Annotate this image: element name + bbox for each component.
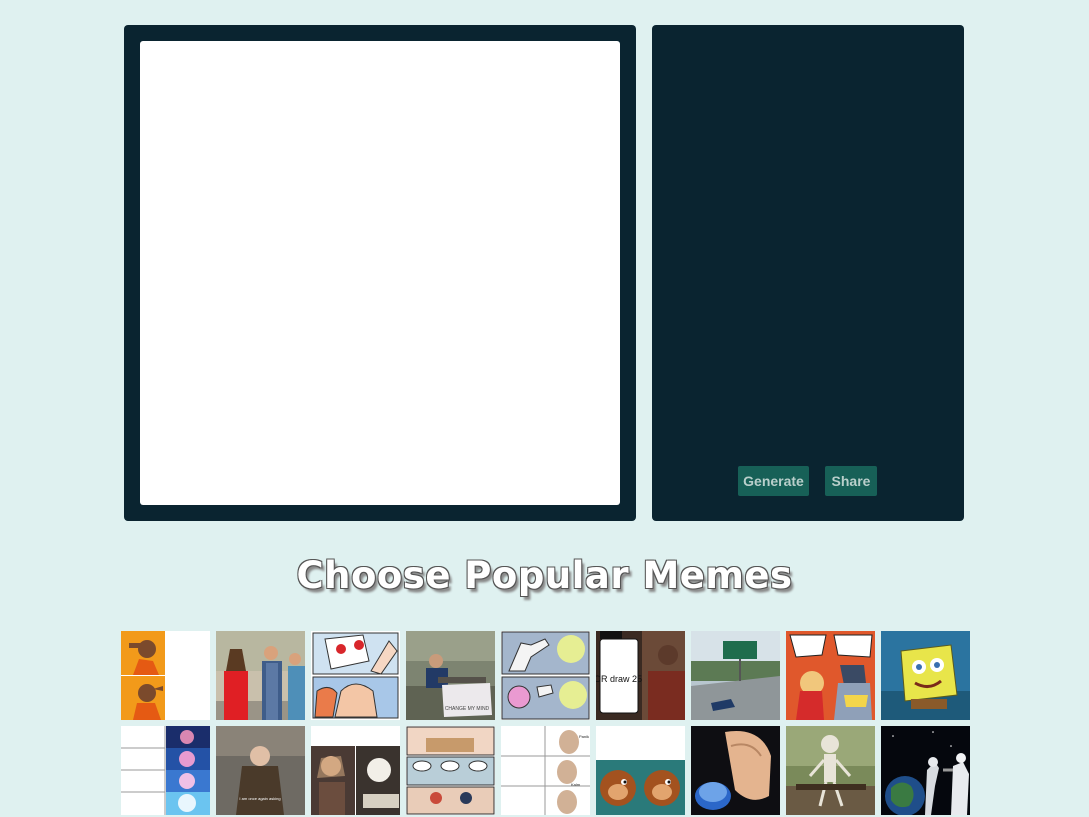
meme-thumb-change-my-mind[interactable]: CHANGE MY MIND <box>406 631 495 720</box>
blank-nut-button-meme-image <box>691 726 780 815</box>
meme-thumb-two-buttons[interactable] <box>311 631 400 720</box>
meme-thumb-bernie-asking[interactable]: I am once again asking <box>216 726 305 815</box>
meme-thumb-mocking-spongebob[interactable] <box>881 631 970 720</box>
meme-thumb-batman-slapping-robin[interactable] <box>786 631 875 720</box>
meme-controls-panel: Generate Share <box>652 25 964 521</box>
meme-editor-panel <box>124 25 636 521</box>
always-has-been-meme-image <box>881 726 970 815</box>
section-title: Choose Popular Memes <box>296 554 793 597</box>
waiting-skeleton-meme-image <box>786 726 875 815</box>
meme-thumb-expanding-brain[interactable] <box>121 726 210 815</box>
bernie-caption: I am once again asking <box>239 796 280 801</box>
bernie-asking-meme-image: I am once again asking <box>216 726 305 815</box>
meme-canvas[interactable] <box>140 41 620 505</box>
share-button[interactable]: Share <box>825 466 877 496</box>
meme-thumb-monkey-puppet[interactable] <box>596 726 685 815</box>
boardroom-meeting-meme-image <box>406 726 495 815</box>
monkey-puppet-meme-image <box>596 726 685 815</box>
meme-thumb-running-away-balloon[interactable] <box>501 631 590 720</box>
left-exit-12-meme-image <box>691 631 780 720</box>
uno-draw-25-meme-image: OR draw 25 <box>596 631 685 720</box>
meme-man-meme-image: Panik Kalm <box>501 726 590 815</box>
uno-card-caption: OR draw 25 <box>596 674 642 684</box>
meme-thumb-distracted-boyfriend[interactable] <box>216 631 305 720</box>
meme-thumb-boardroom-meeting[interactable] <box>406 726 495 815</box>
generate-button[interactable]: Generate <box>738 466 809 496</box>
meme-thumb-blank-nut-button[interactable] <box>691 726 780 815</box>
meme-thumb-uno-draw-25[interactable]: OR draw 25 <box>596 631 685 720</box>
drake-meme-image <box>121 631 210 720</box>
change-my-mind-meme-image: CHANGE MY MIND <box>406 631 495 720</box>
woman-yelling-at-cat-meme-image <box>311 726 400 815</box>
expanding-brain-meme-image <box>121 726 210 815</box>
distracted-boyfriend-meme-image <box>216 631 305 720</box>
meme-thumb-waiting-skeleton[interactable] <box>786 726 875 815</box>
meme-thumb-meme-man[interactable]: Panik Kalm <box>501 726 590 815</box>
meme-thumb-left-exit-12[interactable] <box>691 631 780 720</box>
meme-thumb-always-has-been[interactable] <box>881 726 970 815</box>
meme-man-bottom-caption: Kalm <box>571 782 581 787</box>
meme-thumb-drake[interactable] <box>121 631 210 720</box>
two-buttons-meme-image <box>311 631 400 720</box>
meme-thumb-woman-yelling-at-cat[interactable] <box>311 726 400 815</box>
batman-slapping-robin-meme-image <box>786 631 875 720</box>
meme-man-top-caption: Panik <box>579 734 589 739</box>
mocking-spongebob-meme-image <box>881 631 970 720</box>
change-my-mind-caption: CHANGE MY MIND <box>445 706 490 712</box>
running-away-balloon-meme-image <box>501 631 590 720</box>
